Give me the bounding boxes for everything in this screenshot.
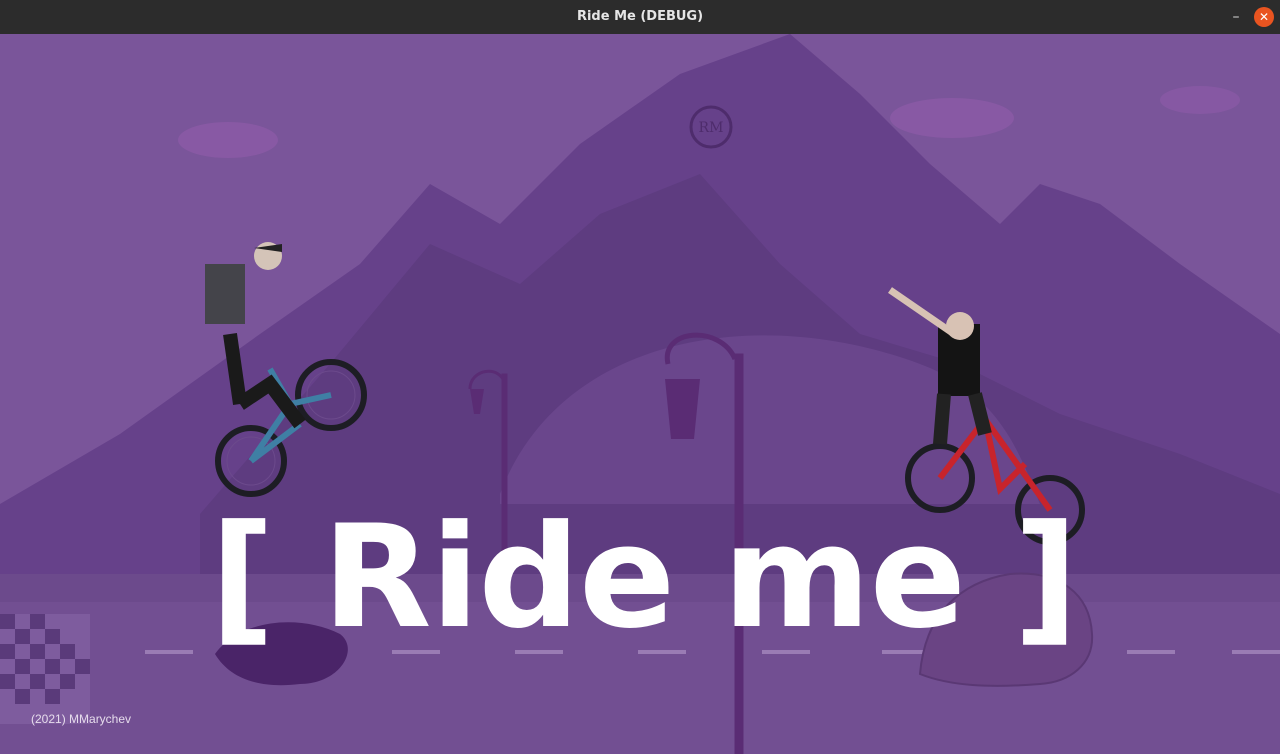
cloud <box>178 122 278 158</box>
credit-text: (2021) MMarychev <box>31 712 132 726</box>
game-canvas[interactable]: RM [Ride me] (2021) MMarychev <box>0 34 1280 754</box>
cloud <box>890 98 1014 138</box>
emblem-text: RM <box>699 120 724 136</box>
checkered-flag <box>0 614 90 724</box>
window-titlebar[interactable]: Ride Me (DEBUG) – ✕ <box>0 0 1280 35</box>
cloud <box>1160 86 1240 114</box>
close-button[interactable]: ✕ <box>1254 7 1274 27</box>
window-title: Ride Me (DEBUG) <box>576 9 704 24</box>
minimize-button[interactable]: – <box>1226 7 1246 27</box>
game-logo: [ Ride me ] <box>210 495 1078 660</box>
